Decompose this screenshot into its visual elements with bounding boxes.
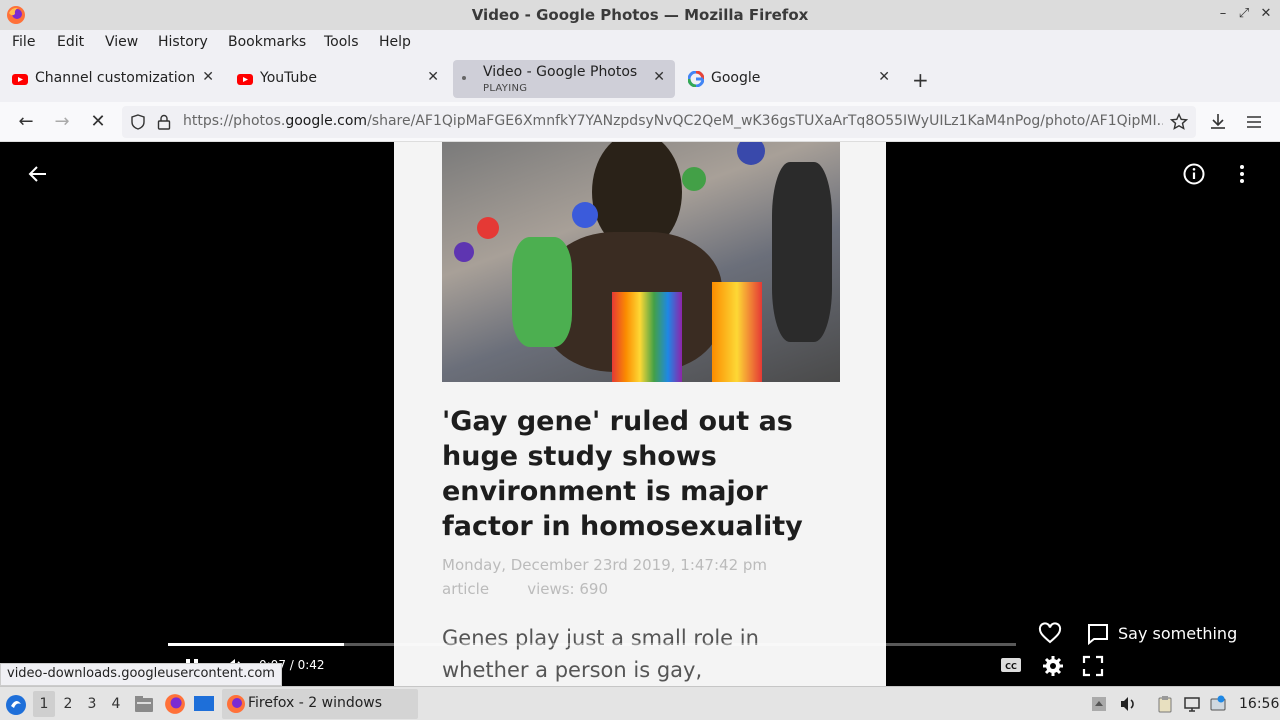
video-viewer[interactable]: 'Gay gene' ruled out as huge study shows…: [2, 142, 1278, 686]
tab-label: YouTube: [260, 70, 317, 86]
window-title: Video - Google Photos — Mozilla Firefox: [471, 6, 809, 24]
notification-icon[interactable]: [1209, 695, 1227, 713]
back-arrow-icon[interactable]: [26, 162, 50, 186]
minimize-button[interactable]: –: [1213, 4, 1233, 24]
firefox-launcher-icon[interactable]: [164, 693, 186, 715]
stop-loading-button[interactable]: ✕: [86, 110, 110, 134]
settings-gear-icon[interactable]: [1042, 655, 1064, 677]
tab-label: Video - Google Photos: [483, 64, 638, 80]
article-photo: [442, 142, 840, 382]
workspace-1[interactable]: 1: [33, 691, 55, 717]
new-tab-button[interactable]: +: [912, 68, 929, 92]
bookmark-star-icon[interactable]: [1170, 113, 1188, 131]
youtube-icon: [237, 74, 253, 85]
workspace-3[interactable]: 3: [81, 696, 103, 712]
menu-history[interactable]: History: [158, 34, 208, 50]
back-button[interactable]: ←: [14, 110, 38, 134]
link-status-tooltip: video-downloads.googleusercontent.com: [0, 663, 282, 686]
video-progress-fill: [168, 643, 344, 646]
speaker-icon[interactable]: [1119, 695, 1137, 713]
url-bar[interactable]: https://photos.google.com/share/AF1QipMa…: [122, 106, 1196, 138]
workspace-2[interactable]: 2: [57, 696, 79, 712]
close-tab-icon[interactable]: ✕: [878, 69, 890, 85]
favorite-heart-icon[interactable]: [1038, 622, 1062, 646]
taskbar-firefox-windows[interactable]: Firefox - 2 windows: [222, 689, 418, 719]
taskbar-firefox-label: Firefox - 2 windows: [248, 695, 383, 711]
video-progress-bar[interactable]: [168, 643, 1016, 646]
firefox-icon: [227, 695, 245, 713]
article-subtext: Genes play just a small role in whether …: [442, 626, 759, 682]
network-icon[interactable]: [1183, 695, 1201, 713]
menu-bookmarks[interactable]: Bookmarks: [228, 34, 306, 50]
taskbar: 1 2 3 4 Firefox - 2 windows 16:56: [0, 686, 1280, 720]
tab-label: Google: [711, 70, 761, 86]
maximize-button[interactable]: ⤢: [1234, 4, 1254, 24]
google-icon: [688, 71, 704, 87]
hamburger-menu-icon[interactable]: [1244, 112, 1264, 132]
youtube-icon: [12, 74, 28, 85]
tab-channel-customization[interactable]: Channel customization - ✕: [2, 60, 224, 98]
clipboard-icon[interactable]: [1156, 695, 1174, 713]
navigation-bar: ← → ✕ https://photos.google.com/share/AF…: [0, 102, 1280, 142]
tab-label: Channel customization -: [35, 70, 195, 86]
fullscreen-icon[interactable]: [1082, 655, 1104, 677]
start-menu-icon[interactable]: [5, 694, 27, 716]
clock: 16:56: [1239, 696, 1280, 712]
menu-edit[interactable]: Edit: [57, 34, 84, 50]
dot-icon: [462, 76, 466, 80]
firefox-window: Video - Google Photos — Mozilla Firefox …: [0, 0, 1280, 720]
tab-playing-label: PLAYING: [483, 83, 528, 94]
article-meta: article views: 690: [442, 580, 609, 598]
menu-bar: File Edit View History Bookmarks Tools H…: [0, 30, 1280, 56]
close-tab-icon[interactable]: ✕: [427, 69, 439, 85]
tab-google-photos[interactable]: Video - Google Photos PLAYING ✕: [453, 60, 675, 98]
close-tab-icon[interactable]: ✕: [202, 69, 214, 85]
comment-label[interactable]: Say something: [1118, 624, 1237, 643]
tab-youtube[interactable]: YouTube ✕: [227, 60, 449, 98]
download-icon[interactable]: [1208, 112, 1228, 132]
menu-view[interactable]: View: [105, 34, 138, 50]
tab-google[interactable]: Google ✕: [678, 60, 900, 98]
menu-help[interactable]: Help: [379, 34, 411, 50]
captions-icon[interactable]: CC: [1000, 655, 1022, 675]
menu-file[interactable]: File: [12, 34, 35, 50]
close-tab-icon[interactable]: ✕: [653, 69, 665, 85]
more-options-icon[interactable]: [1230, 162, 1254, 186]
info-icon[interactable]: [1182, 162, 1206, 186]
video-frame[interactable]: 'Gay gene' ruled out as huge study shows…: [394, 142, 886, 686]
svg-text:CC: CC: [1005, 662, 1017, 671]
article-date: Monday, December 23rd 2019, 1:47:42 pm: [442, 556, 768, 574]
tab-bar: Channel customization - ✕ YouTube ✕ Vide…: [0, 56, 1280, 102]
article-headline: 'Gay gene' ruled out as huge study shows…: [442, 406, 803, 542]
lock-icon[interactable]: [157, 114, 171, 130]
article-dateline: Monday, December 23rd 2019, 1:47:42 pm a…: [442, 553, 767, 601]
file-manager-icon[interactable]: [134, 694, 154, 714]
workspace-4[interactable]: 4: [105, 696, 127, 712]
desktop-icon[interactable]: [193, 694, 215, 714]
comment-icon[interactable]: [1086, 622, 1110, 646]
forward-button[interactable]: →: [50, 110, 74, 134]
tray-app-icon[interactable]: [1090, 695, 1108, 713]
url-text: https://photos.google.com/share/AF1QipMa…: [183, 113, 1163, 129]
close-window-button[interactable]: ✕: [1256, 4, 1276, 24]
menu-tools[interactable]: Tools: [324, 34, 359, 50]
shield-icon[interactable]: [130, 114, 146, 130]
title-bar: Video - Google Photos — Mozilla Firefox …: [0, 0, 1280, 30]
